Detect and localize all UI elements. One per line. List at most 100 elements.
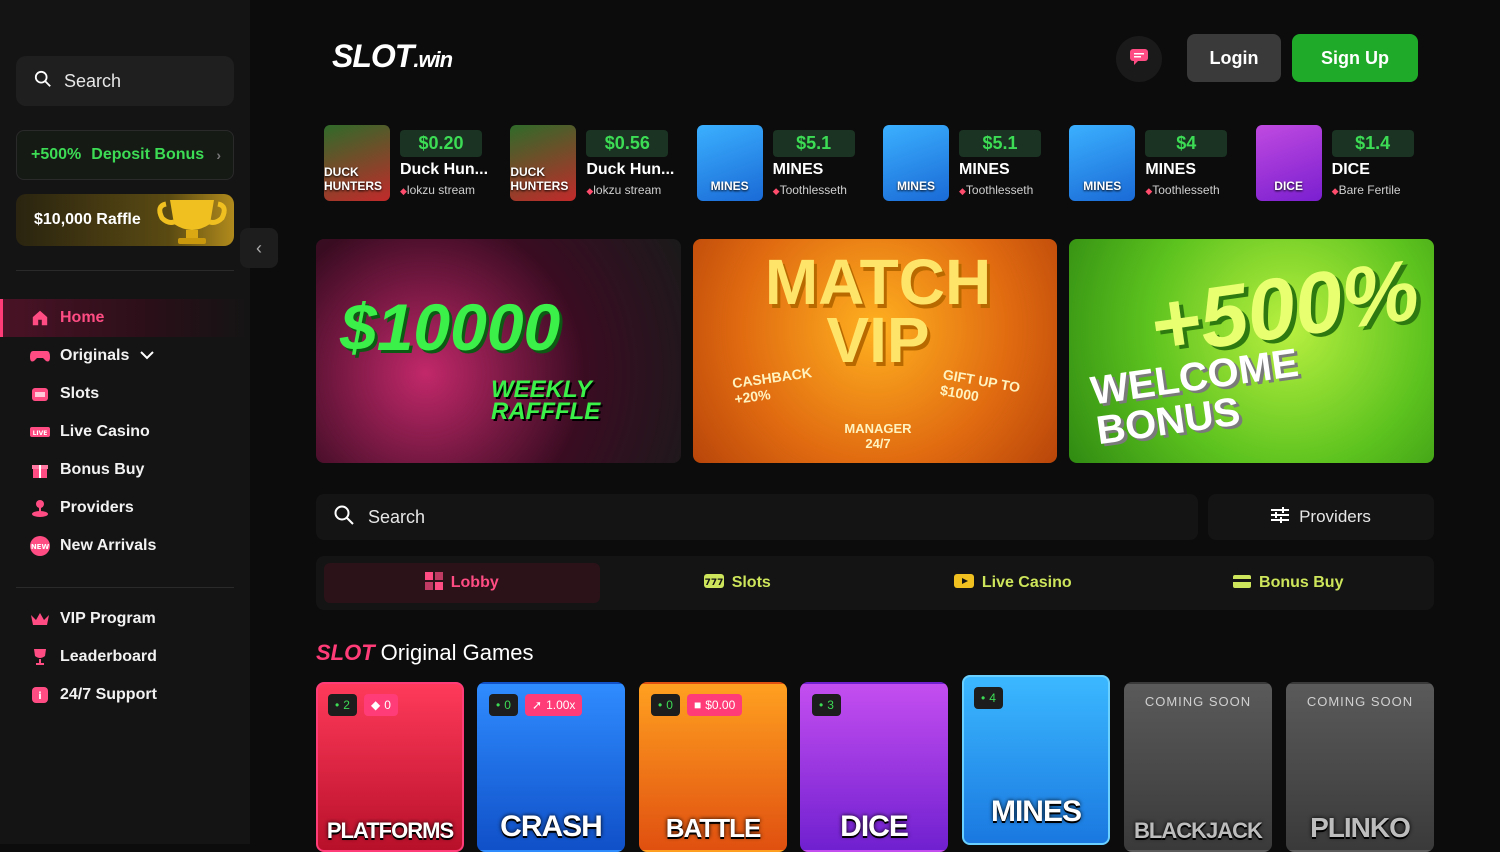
win-thumbnail: MINES — [882, 125, 949, 201]
sidebar: Search +500% Deposit Bonus › $10,000 Raf… — [0, 0, 250, 844]
providers-filter-button[interactable]: Providers — [1208, 494, 1434, 540]
trophy-icon — [156, 196, 228, 246]
sidebar-item-bonus-buy[interactable]: Bonus Buy — [0, 451, 250, 489]
player-dot-icon: • — [819, 698, 824, 712]
sidebar-item-live-casino[interactable]: LIVE Live Casino — [0, 413, 250, 451]
players-count: 3 — [827, 698, 834, 712]
win-thumbnail: DICE — [1255, 125, 1322, 201]
coming-soon-label: COMING SOON — [1306, 694, 1414, 709]
sidebar-divider — [16, 270, 234, 271]
win-amount: $5.1 — [772, 129, 855, 157]
players-badge: • 2 — [328, 694, 357, 716]
promo-banners: $10000 WEEKLY RAFFFLE MATCH VIP CASHBACK… — [316, 239, 1434, 463]
section-title-brand: SLOT — [316, 640, 375, 665]
sidebar-item-vip[interactable]: VIP Program — [0, 600, 250, 638]
sidebar-item-originals[interactable]: Originals — [0, 337, 250, 375]
lock-icon: ■ — [694, 698, 702, 712]
tab-label: Lobby — [450, 574, 499, 591]
recent-win-item[interactable]: MINES $4 MINES Toothlesseth — [1061, 118, 1247, 208]
providers-filter-label: Providers — [1299, 507, 1371, 526]
players-count: 0 — [504, 698, 511, 712]
login-button[interactable]: Login — [1187, 34, 1281, 82]
game-card-dice[interactable]: • 3 DICE — [800, 682, 948, 852]
banner-vip-title: MATCH VIP — [764, 246, 992, 376]
players-badge: • 3 — [812, 694, 841, 716]
win-amount: $0.20 — [400, 129, 482, 157]
game-search-input[interactable]: Search — [316, 494, 1198, 540]
sidebar-search-label: Search — [64, 70, 122, 91]
sidebar-item-leaderboard[interactable]: Leaderboard — [0, 638, 250, 676]
chat-button[interactable] — [1116, 36, 1162, 82]
game-card-mines[interactable]: • 4 MINES — [962, 675, 1110, 845]
banner-welcome-subtitle: WELCOME BONUS — [1088, 340, 1301, 454]
sidebar-item-label: Home — [60, 309, 105, 326]
svg-text:LIVE: LIVE — [33, 430, 48, 437]
banner-raffle[interactable]: $10000 WEEKLY RAFFFLE — [316, 239, 681, 463]
sidebar-item-support[interactable]: i 24/7 Support — [0, 676, 250, 714]
signup-button[interactable]: Sign Up — [1292, 34, 1418, 82]
svg-text:i: i — [38, 691, 41, 702]
tab-label: Bonus Buy — [1259, 574, 1344, 591]
win-game: Duck Hun... — [586, 160, 675, 178]
banner-vip-gift: GIFT UP TO $1000 — [938, 366, 1022, 405]
deposit-bonus-button[interactable]: +500% Deposit Bonus › — [16, 130, 234, 180]
sidebar-item-new-arrivals[interactable]: NEW New Arrivals — [0, 527, 250, 565]
win-game: Duck Hun... — [400, 160, 489, 178]
sidebar-nav-main: Home Originals Slots LIVE Live Casino Bo… — [0, 299, 250, 565]
tab-lobby[interactable]: Lobby — [324, 563, 600, 603]
new-icon: NEW — [30, 536, 50, 556]
stat-badge: ■ $0.00 — [687, 694, 743, 716]
raffle-label: $10,000 Raffle — [34, 211, 141, 228]
win-thumbnail: DUCK HUNTERS — [324, 125, 390, 201]
recent-win-item[interactable]: DUCK HUNTERS $0.56 Duck Hun... lokzu strea… — [502, 118, 688, 208]
stat-value: $0.00 — [705, 698, 736, 712]
sidebar-item-label: New Arrivals — [60, 537, 157, 554]
tab-bonus-buy[interactable]: Bonus Buy — [1151, 563, 1427, 603]
players-badge: • 0 — [651, 694, 680, 716]
sidebar-search[interactable]: Search — [16, 56, 234, 106]
sidebar-item-providers[interactable]: Providers — [0, 489, 250, 527]
slots-icon — [30, 384, 50, 404]
win-amount: $5.1 — [958, 129, 1041, 157]
win-game: MINES — [1145, 160, 1196, 178]
deposit-bonus-label: Deposit Bonus — [91, 146, 205, 163]
sidebar-item-home[interactable]: Home — [0, 299, 250, 337]
sidebar-item-label: VIP Program — [60, 610, 156, 627]
stat-value: 0 — [384, 698, 391, 712]
sidebar-item-label: Originals — [60, 347, 130, 364]
chevron-right-icon: › — [216, 147, 221, 163]
sidebar-collapse-button[interactable]: ‹ — [240, 228, 278, 268]
banner-vip[interactable]: MATCH VIP CASHBACK +20% GIFT UP TO $1000… — [693, 239, 1057, 463]
lobby-tabs: Lobby 777 Slots Live Casino Bonus Buy — [316, 556, 1434, 610]
live-icon: LIVE — [30, 422, 50, 442]
sidebar-item-label: 24/7 Support — [60, 686, 157, 703]
game-name: PLATFORMS — [326, 818, 454, 843]
sliders-icon — [1271, 506, 1290, 528]
game-card-blackjack: COMING SOON BLACKJACK — [1124, 682, 1272, 852]
recent-win-item[interactable]: DICE $1.4 DICE Bare Fertile — [1248, 118, 1434, 208]
raffle-button[interactable]: $10,000 Raffle — [16, 194, 234, 246]
game-card-crash[interactable]: • 0 ➚ 1.00x CRASH — [477, 682, 625, 852]
win-thumbnail: MINES — [696, 125, 763, 201]
section-title-text: Original Games — [380, 640, 534, 665]
win-thumbnail: MINES — [1069, 125, 1136, 201]
crown-icon — [30, 609, 50, 629]
recent-win-item[interactable]: MINES $5.1 MINES Toothlesseth — [689, 118, 875, 208]
site-logo[interactable]: SLOT.win — [332, 38, 453, 75]
deposit-bonus-percent: +500% — [31, 146, 82, 163]
search-icon — [34, 70, 52, 93]
recent-win-item[interactable]: DUCK HUNTERS $0.20 Duck Hun... lokzu strea… — [316, 118, 502, 208]
recent-win-item[interactable]: MINES $5.1 MINES Toothlesseth — [875, 118, 1061, 208]
game-card-platforms[interactable]: • 2 ◆ 0 PLATFORMS — [316, 682, 464, 852]
svg-text:777: 777 — [704, 578, 723, 588]
logo-main: SLOT — [332, 38, 414, 74]
banner-welcome[interactable]: +500% WELCOME BONUS — [1069, 239, 1434, 463]
game-name: BATTLE — [665, 813, 762, 843]
tab-live-casino[interactable]: Live Casino — [875, 563, 1151, 603]
win-amount: $1.4 — [1331, 129, 1414, 157]
game-card-battle[interactable]: • 0 ■ $0.00 BATTLE — [639, 682, 787, 852]
tab-slots[interactable]: 777 Slots — [600, 563, 876, 603]
sidebar-item-slots[interactable]: Slots — [0, 375, 250, 413]
logo-suffix: .win — [413, 47, 453, 72]
win-user: lokzu stream — [400, 183, 488, 197]
